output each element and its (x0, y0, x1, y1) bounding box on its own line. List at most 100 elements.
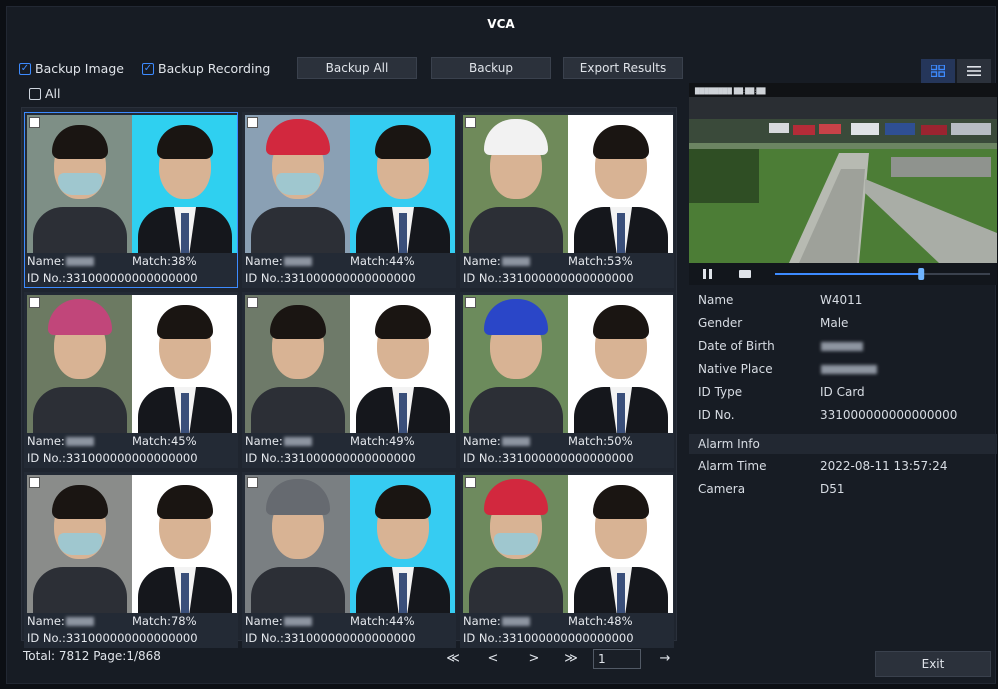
result-id-number: ID No.:331000000000000000 (27, 631, 198, 645)
result-select-checkbox[interactable] (247, 477, 258, 488)
first-page-button[interactable]: ≪ (439, 649, 467, 669)
alarm-row-camera: Camera D51 (689, 482, 997, 502)
result-select-checkbox[interactable] (465, 297, 476, 308)
gender-label: Gender (698, 316, 743, 330)
registered-face-image (132, 475, 237, 613)
dob-label: Date of Birth (698, 339, 775, 353)
backup-recording-label: Backup Recording (158, 61, 271, 76)
select-all-checkbox[interactable]: All (29, 86, 61, 101)
result-id-number: ID No.:331000000000000000 (245, 451, 416, 465)
dob-value-redacted (820, 339, 863, 353)
backup-image-label: Backup Image (35, 61, 124, 76)
result-card[interactable]: Name: Match:49% ID No.:331000000000000000 (242, 292, 456, 468)
vca-window: VCA Backup Image Backup Recording Backup… (6, 6, 997, 684)
result-id-number: ID No.:331000000000000000 (463, 451, 634, 465)
grid-view-button[interactable] (921, 59, 955, 83)
match-score: Match:48% (568, 614, 633, 628)
redacted-name (283, 257, 312, 266)
exit-button[interactable]: Exit (875, 651, 991, 677)
registered-face-image (132, 295, 237, 433)
backup-image-checkbox[interactable]: Backup Image (19, 61, 124, 76)
detail-row-native-place: Native Place (689, 362, 997, 382)
checkbox-checked-icon[interactable] (142, 62, 154, 75)
captured-face-image (245, 115, 350, 253)
previous-page-button[interactable]: < (479, 649, 507, 669)
list-view-icon (967, 66, 981, 76)
pause-icon[interactable] (703, 269, 706, 279)
result-card[interactable]: Name: Match:44% ID No.:331000000000000000 (242, 112, 456, 288)
page-number-input[interactable] (593, 649, 641, 669)
result-id-number: ID No.:331000000000000000 (245, 631, 416, 645)
redacted-name (65, 437, 94, 446)
redacted-name (283, 437, 312, 446)
id-no-label: ID No. (698, 408, 735, 422)
match-score: Match:50% (568, 434, 633, 448)
window-title: VCA (487, 17, 515, 31)
result-select-checkbox[interactable] (247, 297, 258, 308)
result-select-checkbox[interactable] (247, 117, 258, 128)
match-score: Match:78% (132, 614, 197, 628)
result-card[interactable]: Name: Match:45% ID No.:331000000000000000 (24, 292, 238, 468)
result-id-number: ID No.:331000000000000000 (463, 631, 634, 645)
result-card[interactable]: Name: Match:50% ID No.:331000000000000000 (460, 292, 674, 468)
result-card[interactable]: Name: Match:78% ID No.:331000000000000000 (24, 472, 238, 648)
go-to-page-button[interactable]: → (651, 649, 679, 669)
backup-button[interactable]: Backup (431, 57, 551, 79)
captured-face-image (463, 295, 568, 433)
next-page-button[interactable]: > (520, 649, 548, 669)
result-select-checkbox[interactable] (465, 117, 476, 128)
detail-row-id-no: ID No. 331000000000000000 (689, 408, 997, 428)
result-select-checkbox[interactable] (29, 117, 40, 128)
backup-recording-checkbox[interactable]: Backup Recording (142, 61, 270, 76)
detail-row-name: Name W4011 (689, 293, 997, 313)
result-select-checkbox[interactable] (465, 477, 476, 488)
result-name: Name: (27, 434, 94, 448)
match-score: Match:44% (350, 254, 415, 268)
alarm-time-label: Alarm Time (698, 459, 767, 473)
match-score: Match:45% (132, 434, 197, 448)
results-grid: Name: Match:38% ID No.:331000000000000000 N… (21, 107, 677, 648)
alarm-time-value: 2022-08-11 13:57:24 (820, 459, 948, 473)
checkbox-unchecked-icon[interactable] (29, 87, 41, 100)
playback-progress-fill (775, 273, 922, 275)
id-type-value: ID Card (820, 385, 865, 399)
captured-face-image (463, 115, 568, 253)
result-card[interactable]: Name: Match:53% ID No.:331000000000000000 (460, 112, 674, 288)
result-card[interactable]: Name: Match:48% ID No.:331000000000000000 (460, 472, 674, 648)
captured-face-image (245, 295, 350, 433)
result-card[interactable]: Name: Match:44% ID No.:331000000000000000 (242, 472, 456, 648)
redacted-name (501, 617, 530, 626)
alarm-row-time: Alarm Time 2022-08-11 13:57:24 (689, 459, 997, 479)
result-select-checkbox[interactable] (29, 297, 40, 308)
checkbox-checked-icon[interactable] (19, 62, 31, 75)
match-score: Match:44% (350, 614, 415, 628)
gender-value: Male (820, 316, 849, 330)
export-results-button[interactable]: Export Results (563, 57, 683, 79)
backup-all-button[interactable]: Backup All (297, 57, 417, 79)
registered-face-image (132, 115, 237, 253)
match-score: Match:38% (132, 254, 197, 268)
video-preview[interactable]: ████████ ██:██:██ (689, 83, 997, 263)
result-id-number: ID No.:331000000000000000 (245, 271, 416, 285)
fullscreen-icon[interactable] (739, 270, 751, 278)
last-page-button[interactable]: ≫ (557, 649, 585, 669)
total-pages-label: Total: 7812 Page:1/868 (23, 649, 161, 663)
registered-face-image (568, 475, 673, 613)
result-id-number: ID No.:331000000000000000 (27, 451, 198, 465)
native-place-value-redacted (820, 362, 877, 376)
result-id-number: ID No.:331000000000000000 (27, 271, 198, 285)
redacted-name (501, 437, 530, 446)
result-name: Name: (463, 254, 530, 268)
name-label: Name (698, 293, 734, 307)
alarm-info-header: Alarm Info (689, 434, 997, 454)
result-select-checkbox[interactable] (29, 477, 40, 488)
list-view-button[interactable] (957, 59, 991, 83)
result-name: Name: (463, 614, 530, 628)
select-all-label: All (45, 86, 61, 101)
redacted-name (65, 257, 94, 266)
result-name: Name: (27, 254, 94, 268)
native-place-label: Native Place (698, 362, 773, 376)
result-id-number: ID No.:331000000000000000 (463, 271, 634, 285)
result-card[interactable]: Name: Match:38% ID No.:331000000000000000 (24, 112, 238, 288)
playback-slider-handle[interactable] (918, 268, 925, 280)
